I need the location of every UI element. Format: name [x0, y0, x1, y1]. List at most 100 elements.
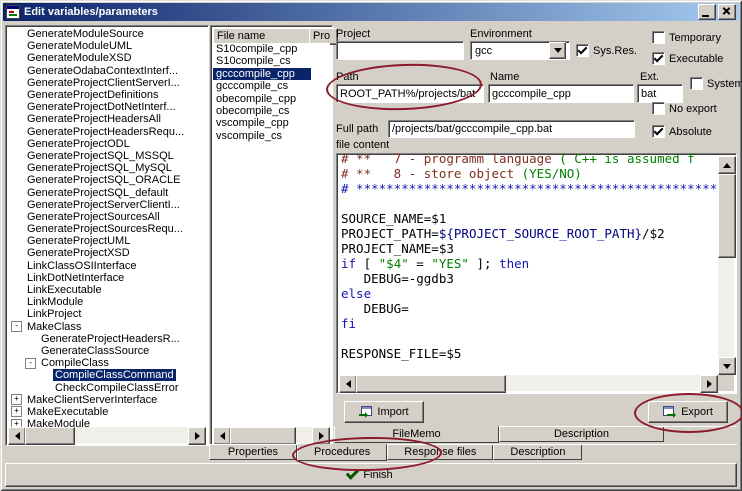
file-row[interactable]: obecompile_cs	[213, 105, 330, 117]
tree-item[interactable]: GenerateProjectXSD	[8, 247, 206, 259]
tree-item[interactable]: -CompileClass	[8, 357, 206, 369]
path-field[interactable]	[336, 84, 484, 103]
import-button[interactable]: Import	[344, 401, 424, 423]
tab-filememo[interactable]: FileMemo	[334, 426, 499, 443]
project-label: Project	[336, 28, 370, 40]
code-horizontal-scrollbar[interactable]	[339, 375, 718, 391]
file-row[interactable]: obecompile_cpp	[213, 93, 330, 105]
project-input[interactable]	[336, 41, 464, 60]
expand-icon[interactable]: +	[11, 394, 22, 405]
tree-item[interactable]: GenerateProjectClientServerI...	[8, 77, 206, 89]
tree-item-label: GenerateProjectODL	[25, 138, 132, 150]
name-input[interactable]	[488, 84, 634, 103]
file-row[interactable]: gcccompile_cpp	[213, 68, 330, 80]
scroll-up-icon[interactable]	[718, 156, 736, 174]
tab-description[interactable]: Description	[493, 445, 582, 460]
tree-item[interactable]: GenerateProjectSQL_MySQL	[8, 162, 206, 174]
tree-item[interactable]: GenerateModuleXSD	[8, 52, 206, 64]
tree-item[interactable]: GenerateProjectSourcesRequ...	[8, 223, 206, 235]
tree-item[interactable]: +MakeModule	[8, 418, 206, 427]
file-row[interactable]: gcccompile_cs	[213, 80, 330, 92]
system-checkbox[interactable]: System	[690, 77, 742, 90]
ext-input[interactable]	[637, 84, 683, 103]
list-horizontal-scrollbar[interactable]	[213, 427, 330, 443]
expand-icon[interactable]: +	[11, 419, 22, 427]
tree-item[interactable]: GenerateProjectDotNetInterf...	[8, 101, 206, 113]
scroll-down-icon[interactable]	[718, 357, 736, 375]
tree-item[interactable]: LinkDotNetInterface	[8, 272, 206, 284]
sysres-checkbox[interactable]: Sys.Res.	[576, 44, 637, 57]
tree-item[interactable]: GenerateProjectSourcesAll	[8, 211, 206, 223]
tab-properties[interactable]: Properties	[209, 445, 297, 460]
scrollbar-thumb[interactable]	[25, 427, 75, 445]
tree-item[interactable]: CheckCompileClassError	[8, 381, 206, 393]
collapse-icon[interactable]: -	[25, 358, 36, 369]
export-button[interactable]: Export	[648, 401, 728, 423]
tree-item[interactable]: LinkModule	[8, 296, 206, 308]
tree-item-label: GenerateOdabaContextInterf...	[25, 65, 180, 77]
environment-select[interactable]: gcc	[470, 41, 570, 60]
tree-item[interactable]: +MakeExecutable	[8, 406, 206, 418]
tree-item[interactable]: GenerateProjectODL	[8, 138, 206, 150]
scroll-right-icon[interactable]	[312, 427, 330, 445]
tree-item[interactable]: -MakeClass	[8, 321, 206, 333]
code-vertical-scrollbar[interactable]	[718, 156, 734, 375]
tab-description[interactable]: Description	[499, 427, 664, 442]
tree-item[interactable]: LinkProject	[8, 308, 206, 320]
tree-item[interactable]: GenerateProjectServerClientI...	[8, 199, 206, 211]
import-label: Import	[377, 406, 408, 418]
tree-item-label: GenerateProjectSourcesAll	[25, 211, 162, 223]
tab-procedures[interactable]: Procedures	[297, 444, 387, 461]
absolute-label: Absolute	[669, 126, 712, 138]
file-row[interactable]: S10compile_cpp	[213, 43, 330, 55]
code-line: # ** 8 - store object (YES/NO)	[341, 166, 718, 181]
executable-label: Executable	[669, 53, 723, 65]
tree-item[interactable]: LinkExecutable	[8, 284, 206, 296]
tree-item[interactable]: GenerateProjectSQL_MSSQL	[8, 150, 206, 162]
scroll-left-icon[interactable]	[8, 427, 26, 445]
tree-item-label: GenerateProjectSQL_ORACLE	[25, 174, 182, 186]
scrollbar-thumb[interactable]	[356, 375, 506, 393]
tree-item[interactable]: GenerateModuleUML	[8, 40, 206, 52]
temporary-checkbox[interactable]: Temporary	[652, 31, 721, 44]
tree-item[interactable]: GenerateClassSource	[8, 345, 206, 357]
file-row[interactable]: vscompile_cpp	[213, 117, 330, 129]
tree-item[interactable]: GenerateOdabaContextInterf...	[8, 65, 206, 77]
tree-horizontal-scrollbar[interactable]	[8, 427, 206, 443]
file-row[interactable]: vscompile_cs	[213, 130, 330, 142]
executable-checkbox[interactable]: Executable	[652, 52, 723, 65]
tree-item[interactable]: GenerateProjectHeadersRequ...	[8, 126, 206, 138]
chevron-down-icon[interactable]	[549, 42, 566, 59]
scroll-right-icon[interactable]	[188, 427, 206, 445]
no-export-checkbox[interactable]: No export	[652, 102, 717, 115]
variables-tree[interactable]: GenerateModuleSourceGenerateModuleUMLGen…	[8, 28, 206, 427]
scroll-right-icon[interactable]	[700, 375, 718, 393]
minimize-button[interactable]	[698, 4, 716, 20]
collapse-icon[interactable]: -	[11, 321, 22, 332]
absolute-checkbox[interactable]: Absolute	[652, 125, 712, 138]
tree-item[interactable]: GenerateProjectHeadersR...	[8, 333, 206, 345]
tree-item[interactable]: GenerateProjectDefinitions	[8, 89, 206, 101]
close-button[interactable]	[718, 4, 736, 20]
tree-item[interactable]: CompileClassCommand	[8, 369, 206, 381]
finish-button[interactable]: Finish	[5, 463, 737, 487]
file-list[interactable]: S10compile_cppS10compile_csgcccompile_cp…	[213, 43, 330, 427]
code-line: PROJECT_NAME=$3	[341, 241, 718, 256]
no-export-label: No export	[669, 103, 717, 115]
full-path-input[interactable]	[388, 120, 635, 138]
scroll-left-icon[interactable]	[339, 375, 357, 393]
file-content-editor[interactable]: # ** 7 - programm language ( C++ is assu…	[336, 153, 737, 394]
tree-item[interactable]: GenerateModuleSource	[8, 28, 206, 40]
scrollbar-thumb[interactable]	[230, 427, 296, 445]
expand-icon[interactable]: +	[11, 406, 22, 417]
file-row[interactable]: S10compile_cs	[213, 55, 330, 67]
tree-item[interactable]: GenerateProjectUML	[8, 235, 206, 247]
tree-item[interactable]: +MakeClientServerInterface	[8, 394, 206, 406]
tree-item[interactable]: GenerateProjectSQL_default	[8, 186, 206, 198]
tree-item[interactable]: LinkClassOSIInterface	[8, 260, 206, 272]
tree-item[interactable]: GenerateProjectHeadersAll	[8, 113, 206, 125]
tree-item[interactable]: GenerateProjectSQL_ORACLE	[8, 174, 206, 186]
tab-response-files[interactable]: Response files	[387, 445, 493, 460]
scroll-left-icon[interactable]	[213, 427, 231, 445]
scrollbar-thumb[interactable]	[718, 174, 736, 258]
